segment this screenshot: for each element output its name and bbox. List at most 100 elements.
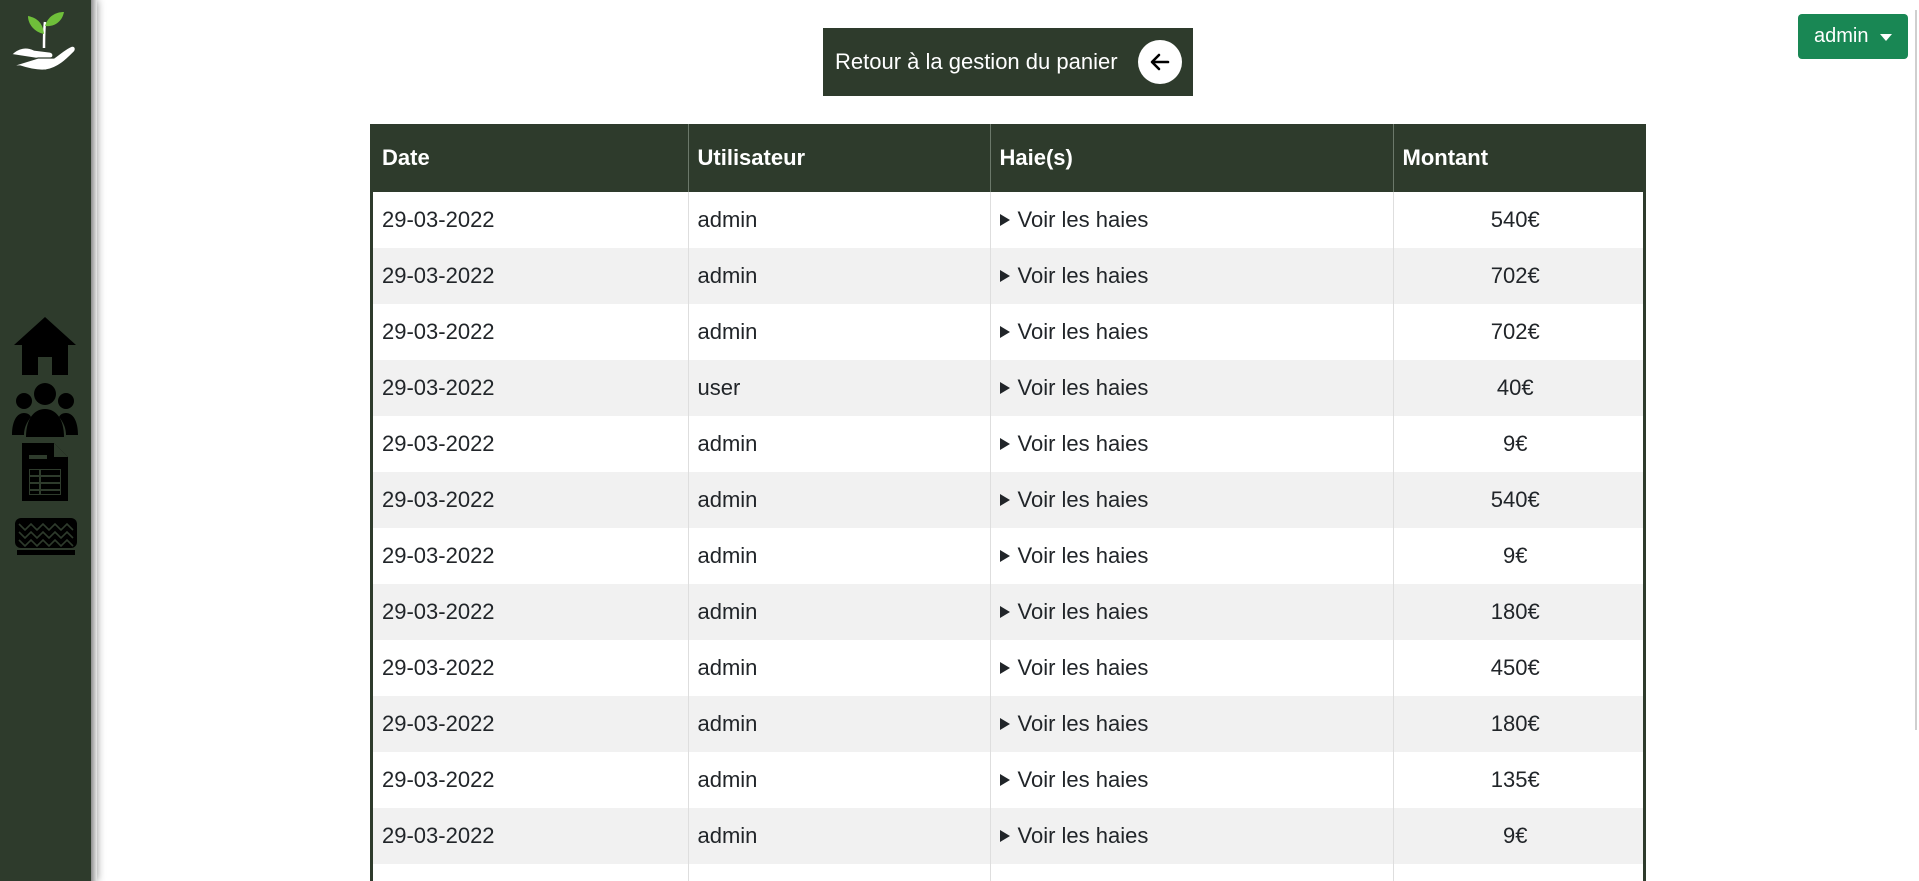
show-hedges-toggle[interactable]: Voir les haies: [999, 655, 1149, 680]
disclosure-triangle-icon: [999, 326, 1010, 338]
cell-hedges: Voir les haies: [990, 808, 1394, 864]
cell-user: admin: [688, 696, 991, 752]
cell-date: 29-03-2022: [373, 192, 689, 248]
show-hedges-label: Voir les haies: [1017, 375, 1149, 400]
table-row: 29-03-2022 user Voir les haies 40€: [373, 360, 1643, 416]
show-hedges-label: Voir les haies: [1017, 207, 1149, 232]
cell-amount: 9€: [1393, 528, 1643, 584]
cell-amount: [1393, 864, 1643, 881]
show-hedges-toggle[interactable]: Voir les haies: [999, 767, 1149, 792]
show-hedges-label: Voir les haies: [1017, 263, 1149, 288]
table-row: 29-03-2022 admin Voir les haies 702€: [373, 248, 1643, 304]
show-hedges-label: Voir les haies: [1017, 767, 1149, 792]
cell-amount: 9€: [1393, 808, 1643, 864]
table-body: 29-03-2022 admin Voir les haies 540€ 29-03-2…: [373, 192, 1643, 881]
cell-user: admin: [688, 528, 991, 584]
disclosure-triangle-icon: [999, 550, 1010, 562]
table-row: 29-03-2022 admin Voir les haies 540€: [373, 472, 1643, 528]
show-hedges-label: Voir les haies: [1017, 487, 1149, 512]
users-icon[interactable]: [12, 381, 78, 437]
user-menu-label: admin: [1814, 25, 1869, 47]
show-hedges-toggle[interactable]: Voir les haies: [999, 823, 1149, 848]
arrow-left-icon: [1138, 40, 1182, 84]
cell-amount: 135€: [1393, 752, 1643, 808]
disclosure-triangle-icon: [999, 270, 1010, 282]
disclosure-triangle-icon: [999, 662, 1010, 674]
scrollbar[interactable]: [1915, 10, 1917, 730]
orders-table-container: Date Utilisateur Haie(s) Montant 29-03-2…: [370, 124, 1646, 881]
show-hedges-toggle[interactable]: Voir les haies: [999, 711, 1149, 736]
spreadsheet-icon[interactable]: [20, 441, 70, 503]
table-row: 29-03-2022 admin Voir les haies 9€: [373, 528, 1643, 584]
disclosure-triangle-icon: [999, 830, 1010, 842]
cell-amount: 180€: [1393, 696, 1643, 752]
cell-date: 29-03-2022: [373, 248, 689, 304]
cell-hedges: [990, 864, 1394, 881]
table-header-row: Date Utilisateur Haie(s) Montant: [373, 124, 1643, 192]
show-hedges-toggle[interactable]: Voir les haies: [999, 543, 1149, 568]
cell-date: 29-03-2022: [373, 360, 689, 416]
show-hedges-label: Voir les haies: [1017, 543, 1149, 568]
cell-date: 29-03-2022: [373, 584, 689, 640]
cell-date: 29-03-2022: [373, 472, 689, 528]
user-menu-button[interactable]: admin: [1798, 14, 1908, 59]
cell-amount: 180€: [1393, 584, 1643, 640]
show-hedges-toggle[interactable]: Voir les haies: [999, 431, 1149, 456]
cell-date: 29-03-2022: [373, 304, 689, 360]
table-row: 29-03-2022 admin Voir les haies 540€: [373, 192, 1643, 248]
show-hedges-toggle[interactable]: Voir les haies: [999, 599, 1148, 624]
column-header-date: Date: [373, 124, 689, 192]
sidebar: [0, 0, 97, 881]
cell-hedges: Voir les haies: [990, 584, 1394, 640]
table-row: 29-03-2022 admin Voir les haies 450€: [373, 640, 1643, 696]
column-header-amount: Montant: [1393, 124, 1643, 192]
disclosure-triangle-icon: [999, 606, 1010, 618]
cell-user: admin: [688, 752, 991, 808]
cell-hedges: Voir les haies: [990, 472, 1394, 528]
cell-date: 29-03-2022: [373, 528, 689, 584]
show-hedges-label: Voir les haies: [1017, 655, 1149, 680]
column-header-hedges: Haie(s): [990, 124, 1394, 192]
sidebar-edge: [91, 0, 97, 881]
cell-user: admin: [688, 472, 991, 528]
page: admin Retour à la gestion du panier Date…: [0, 0, 1919, 881]
disclosure-triangle-icon: [999, 718, 1010, 730]
cell-date: 29-03-2022: [373, 752, 689, 808]
back-to-cart-label: Retour à la gestion du panier: [835, 49, 1118, 74]
disclosure-triangle-icon: [999, 494, 1010, 506]
cell-date: 29-03-2022: [373, 416, 689, 472]
cell-amount: 450€: [1393, 640, 1643, 696]
table-row: 29-03-2022 admin Voir les haies 9€: [373, 808, 1643, 864]
disclosure-triangle-icon: [999, 438, 1010, 450]
cell-amount: 702€: [1393, 304, 1643, 360]
show-hedges-toggle[interactable]: Voir les haies: [999, 263, 1149, 288]
cell-user: user: [688, 360, 991, 416]
show-hedges-toggle[interactable]: Voir les haies: [999, 319, 1148, 344]
cell-user: admin: [688, 640, 991, 696]
disclosure-triangle-icon: [999, 382, 1010, 394]
show-hedges-label: Voir les haies: [1017, 711, 1149, 736]
cell-hedges: Voir les haies: [990, 248, 1394, 304]
orders-table: Date Utilisateur Haie(s) Montant 29-03-2…: [373, 124, 1643, 881]
show-hedges-label: Voir les haies: [1017, 431, 1149, 456]
cell-user: admin: [688, 808, 991, 864]
column-header-user: Utilisateur: [688, 124, 991, 192]
home-icon[interactable]: [12, 313, 78, 379]
show-hedges-toggle[interactable]: Voir les haies: [999, 487, 1149, 512]
show-hedges-toggle[interactable]: Voir les haies: [999, 375, 1149, 400]
show-hedges-label: Voir les haies: [1017, 823, 1149, 848]
table-row: 29-03-2022 admin Voir les haies 135€: [373, 752, 1643, 808]
table-row: 29-03-2022 admin Voir les haies 702€: [373, 304, 1643, 360]
cell-hedges: Voir les haies: [990, 696, 1394, 752]
plant-hand-logo-icon[interactable]: [8, 8, 78, 76]
table-row: 29-03-2022 admin Voir les haies 180€: [373, 584, 1643, 640]
disclosure-triangle-icon: [999, 774, 1010, 786]
hedge-icon[interactable]: [15, 512, 77, 556]
show-hedges-toggle[interactable]: Voir les haies: [999, 207, 1149, 232]
cell-amount: 540€: [1393, 192, 1643, 248]
back-to-cart-button[interactable]: Retour à la gestion du panier: [823, 28, 1193, 96]
cell-hedges: Voir les haies: [990, 640, 1394, 696]
cell-user: [688, 864, 991, 881]
cell-hedges: Voir les haies: [990, 360, 1394, 416]
disclosure-triangle-icon: [999, 214, 1010, 226]
